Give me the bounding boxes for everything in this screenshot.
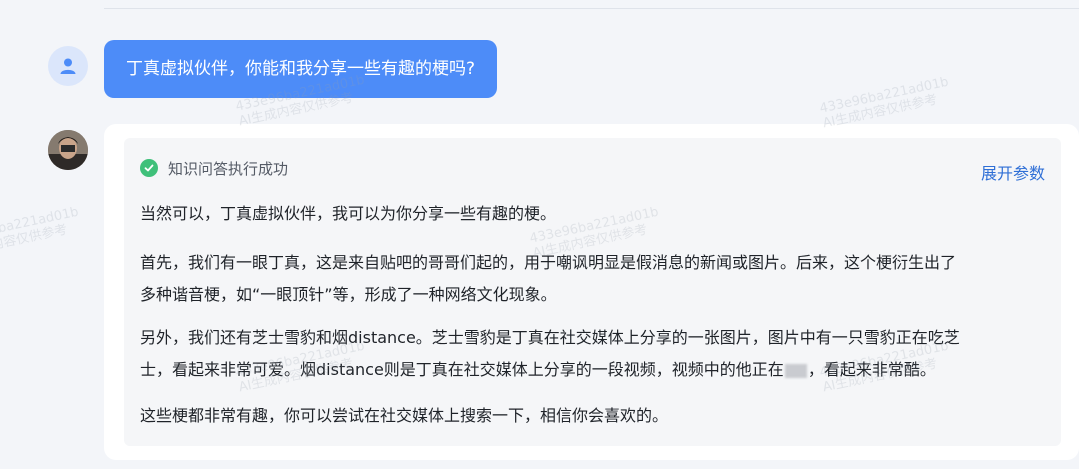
user-avatar — [48, 46, 88, 86]
paragraph: 当然可以，丁真虚拟伙伴，我可以为你分享一些有趣的梗。 — [140, 204, 557, 223]
paragraph: 这些梗都非常有趣，你可以尝试在社交媒体上搜索一下，相信你会喜欢的。 — [140, 406, 669, 425]
bot-message-content: 知识问答执行成功 展开参数 当然可以，丁真虚拟伙伴，我可以为你分享一些有趣的梗。… — [124, 138, 1061, 446]
bot-message-card: 知识问答执行成功 展开参数 当然可以，丁真虚拟伙伴，我可以为你分享一些有趣的梗。… — [104, 124, 1079, 460]
redacted-text — [784, 363, 807, 378]
bot-avatar — [48, 130, 88, 170]
top-divider — [104, 8, 1079, 9]
check-circle-icon — [140, 159, 158, 177]
status-row: 知识问答执行成功 — [140, 158, 288, 178]
user-icon — [60, 58, 76, 74]
watermark: 433e96ba221ad01b AI生成内容仅供参考 — [0, 204, 80, 262]
paragraph: 首先，我们有一眼丁真，这是来自贴吧的哥哥们起的，用于嘲讽明显是假消息的新闻或图片… — [140, 253, 957, 304]
status-text: 知识问答执行成功 — [168, 159, 289, 178]
expand-params-link[interactable]: 展开参数 — [981, 160, 1045, 184]
user-message-bubble: 丁真虚拟伙伴，你能和我分享一些有趣的梗吗? — [104, 40, 498, 98]
paragraph: 另外，我们还有芝士雪豹和烟distance。芝士雪豹是丁真在社交媒体上分享的一张… — [140, 328, 960, 379]
watermark: 433e96ba221ad01b AI生成内容仅供参考 — [818, 74, 950, 132]
